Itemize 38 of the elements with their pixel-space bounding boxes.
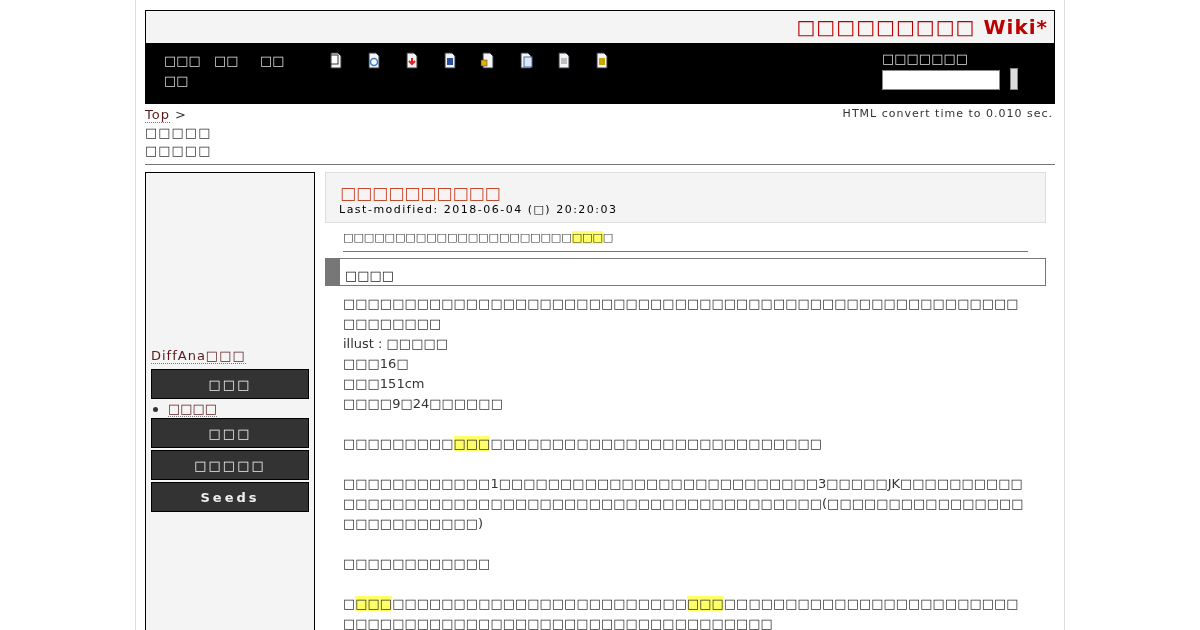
nav-link[interactable]: □□	[260, 51, 300, 103]
paragraph: □□□□□□□□□□□□1□□□□□□□□□□□□□□□□□□□□□□□□□□3□□□□□JK□□□□□□□□□□□□□□□□□□□□□□□□□□□□□□□□□□□□□□□□□□□□□□□□□(□□□□□□□□□□□□□□□□□□□□□□□□□□□)	[343, 475, 1025, 533]
paragraph: □□□16□	[343, 355, 410, 373]
summary-text: □□□□□□□□□□□□□□□□□□□□□□□□□□	[343, 231, 1028, 252]
document-icon[interactable]	[518, 52, 534, 69]
search-button[interactable]	[1010, 68, 1018, 90]
section-heading: □□□□	[325, 258, 1046, 286]
document-icon[interactable]	[366, 52, 382, 69]
breadcrumb-separator: >	[175, 107, 187, 122]
convert-time: HTML convert time to 0.010 sec.	[842, 107, 1054, 122]
sidebar-link[interactable]: DiffAna□□□	[151, 348, 246, 364]
document-icon[interactable]	[442, 52, 458, 69]
nav-link[interactable]: □□	[214, 51, 254, 103]
document-icon[interactable]	[404, 52, 420, 69]
bullet-icon	[153, 406, 158, 412]
search-label: □□□□□□□	[882, 51, 969, 66]
breadcrumb-link[interactable]: Top	[145, 107, 170, 123]
sidebar-link[interactable]: □□□□	[168, 401, 218, 417]
breadcrumb-item: □□□□□	[145, 143, 212, 158]
nav-link[interactable]: □□□□□	[164, 51, 208, 103]
document-icon[interactable]	[594, 52, 610, 69]
menu-button[interactable]: □□□□□	[151, 450, 309, 480]
paragraph: □□□□□□□□□□□□□□□□□□□□□□□□□□□□□□□□□□□□□□□□□□□□□□□□□□□□□□□□□□□□□□□□□□□□□□□□□□□□□□□□□□□□□□□□□□	[343, 595, 1020, 630]
menu-button[interactable]: Seeds	[151, 482, 309, 512]
paragraph: □□□□9□24□□□□□□	[343, 395, 504, 413]
document-icon[interactable]	[328, 52, 344, 69]
paragraph: □□□□□□□□□□□□	[343, 555, 492, 573]
breadcrumb-item: □□□□□	[145, 125, 212, 140]
menu-button[interactable]: □□□	[151, 418, 309, 448]
document-icon[interactable]	[480, 52, 496, 69]
menu-button[interactable]: □□□	[151, 369, 309, 399]
document-icon[interactable]	[556, 52, 572, 69]
page-title: □□□□□□□□□□	[340, 183, 502, 203]
search-field[interactable]	[882, 70, 1000, 90]
paragraph: illust : □□□□□	[343, 335, 449, 353]
paragraph: □□□□□□□□□□□□□□□□□□□□□□□□□□□□□□□□□□□□□□□	[343, 435, 824, 453]
paragraph: □□□151cm	[343, 375, 426, 393]
last-modified: Last-modified: 2018-06-04 (□) 20:20:03	[339, 203, 619, 216]
